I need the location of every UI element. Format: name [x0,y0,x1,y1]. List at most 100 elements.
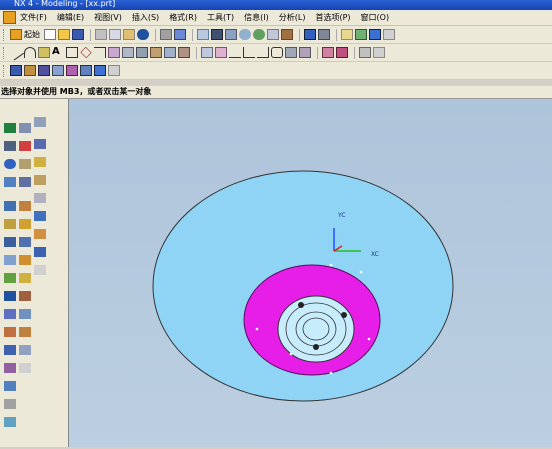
rib-icon[interactable] [4,327,16,337]
emboss-icon[interactable] [19,327,31,337]
pattern-icon[interactable] [4,381,16,391]
smooth-icon[interactable] [299,47,311,58]
zoom-icon[interactable] [225,29,237,40]
pad-icon[interactable] [4,309,16,319]
more-icon[interactable] [108,65,120,76]
more-icon[interactable] [34,265,46,275]
pencil-icon[interactable] [160,29,172,40]
more-icon[interactable] [373,47,385,58]
line-icon[interactable] [7,44,25,61]
mesh-icon[interactable] [336,47,348,58]
offset-curve-icon[interactable] [108,47,120,58]
block-icon[interactable] [4,201,16,211]
search-icon[interactable] [239,29,251,40]
cylinder-icon[interactable] [4,219,16,229]
chamfer-feature-icon[interactable] [94,65,106,76]
selection-icon[interactable] [174,29,186,40]
curve-icon[interactable] [34,139,46,149]
menu-view[interactable]: 视图(V) [94,12,122,23]
open-icon[interactable] [58,29,70,40]
blend-icon[interactable] [80,65,92,76]
start-icon[interactable] [10,29,22,40]
intersect-body-icon[interactable] [19,219,31,229]
brush-icon[interactable] [281,29,293,40]
datum-plane-icon[interactable] [19,123,31,133]
trim-body-icon[interactable] [19,237,31,247]
intersect-icon[interactable] [150,47,162,58]
polygon-icon[interactable] [80,46,92,59]
toolbar-grip[interactable] [3,28,7,41]
menu-information[interactable]: 信息(I) [244,12,269,23]
toolbar-grip[interactable] [3,64,7,77]
rotate-icon[interactable] [253,29,265,40]
menu-preferences[interactable]: 首选项(P) [315,12,350,23]
menu-tools[interactable]: 工具(T) [207,12,234,23]
fit-view-icon[interactable] [197,29,209,40]
slot-icon[interactable] [4,291,16,301]
arc-icon[interactable] [24,47,36,58]
rectangle-icon[interactable] [66,47,78,58]
split-body-icon[interactable] [19,255,31,265]
bridge-icon[interactable] [122,47,134,58]
tube-icon[interactable] [4,255,16,265]
solid-icon[interactable] [4,177,16,187]
menu-file[interactable]: 文件(F) [20,12,47,23]
point-set-icon[interactable] [34,157,46,167]
unite-icon[interactable] [19,177,31,187]
extend-icon[interactable] [229,47,241,58]
layer-icon[interactable] [341,29,353,40]
part-navigator-icon[interactable] [4,123,16,133]
copy-icon[interactable] [109,29,121,40]
fillet-icon[interactable] [243,47,255,58]
view-icon[interactable] [211,29,223,40]
paste-icon[interactable] [123,29,135,40]
datum-axis-icon[interactable] [19,141,31,151]
undo-icon[interactable] [137,29,149,40]
work-layer-icon[interactable] [355,29,367,40]
hub[interactable] [277,295,355,363]
chamfer-icon[interactable] [257,47,269,58]
sphere-icon[interactable] [4,159,16,169]
replace-icon[interactable] [34,211,46,221]
offset-face-icon[interactable] [19,291,31,301]
shell-icon[interactable] [4,345,16,355]
subtract-icon[interactable] [19,201,31,211]
divide-icon[interactable] [215,47,227,58]
scale-icon[interactable] [19,309,31,319]
menu-insert[interactable]: 插入(S) [132,12,159,23]
project-icon[interactable] [136,47,148,58]
curve-length-icon[interactable] [285,47,297,58]
playback-icon[interactable] [34,247,46,257]
revolve-icon[interactable] [24,65,36,76]
spline-icon[interactable] [94,47,106,58]
assembly-navigator-icon[interactable] [4,141,16,151]
bolt-hole-1[interactable] [298,302,304,308]
pocket-icon[interactable] [66,65,78,76]
more-icon[interactable] [19,363,31,373]
draft-icon[interactable] [4,363,16,373]
more-icon[interactable] [383,29,395,40]
edit-feature-icon[interactable] [34,175,46,185]
cut-icon[interactable] [95,29,107,40]
thicken-icon[interactable] [19,273,31,283]
snap-icon[interactable] [359,47,371,58]
bolt-hole-2[interactable] [341,312,347,318]
toolbar-grip[interactable] [3,46,7,59]
move-object-icon[interactable] [34,193,46,203]
surface-icon[interactable] [322,47,334,58]
trim-icon[interactable] [201,47,213,58]
edit-icon[interactable] [271,47,283,58]
extract-icon[interactable] [164,47,176,58]
sew-icon[interactable] [4,417,16,427]
model-view[interactable]: YC XC [69,99,552,447]
bolt-hole-3[interactable] [313,344,319,350]
save-icon[interactable] [72,29,84,40]
pan-icon[interactable] [267,29,279,40]
menu-analysis[interactable]: 分析(L) [279,12,306,23]
menu-window[interactable]: 窗口(O) [361,12,390,23]
render-style-icon[interactable] [318,29,330,40]
menu-format[interactable]: 格式(R) [169,12,197,23]
thread-icon[interactable] [19,345,31,355]
menu-edit[interactable]: 编辑(E) [57,12,84,23]
mirror-icon[interactable] [4,399,16,409]
